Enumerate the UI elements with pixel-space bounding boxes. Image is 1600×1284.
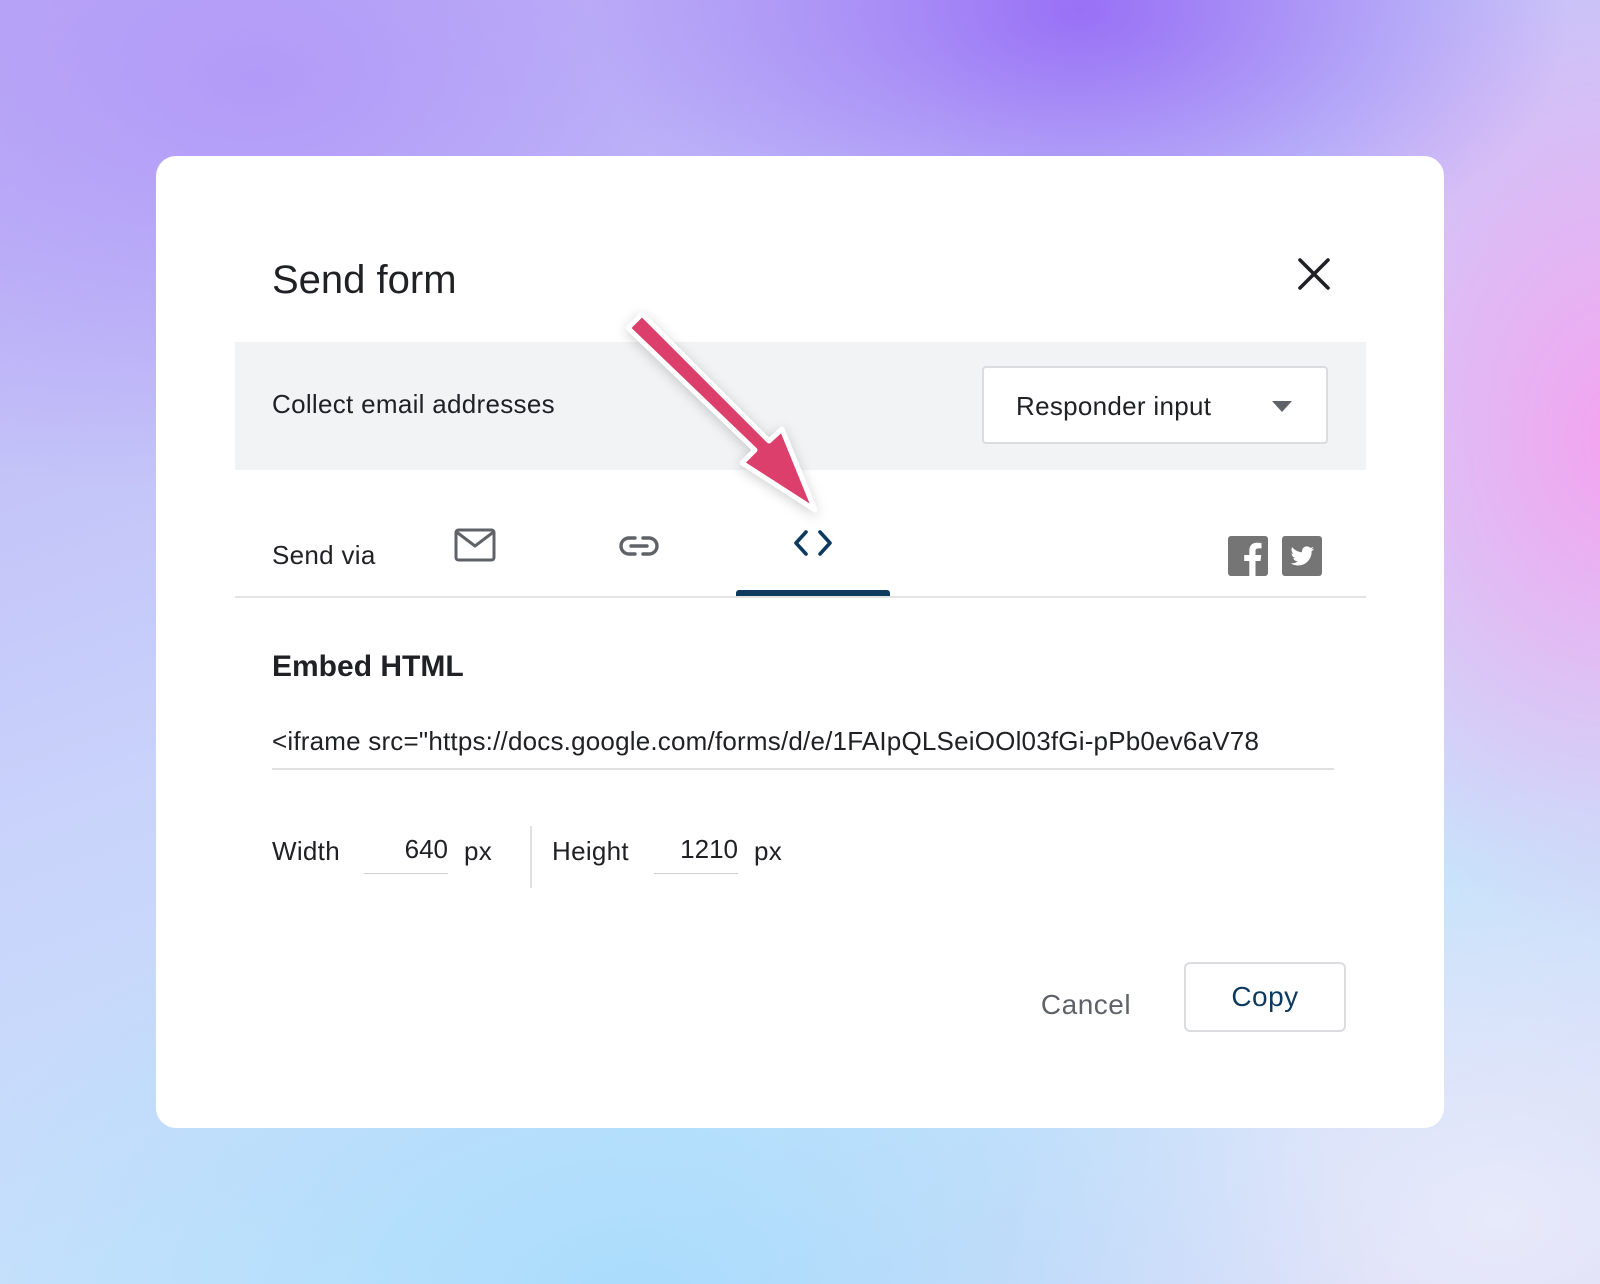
embed-code-field[interactable]: <iframe src="https://docs.google.com/for… [272,726,1334,770]
tabs-divider [235,596,1366,598]
link-icon [619,536,659,556]
close-button[interactable] [1294,254,1334,294]
dropdown-selected-value: Responder input [1016,391,1212,421]
tab-embed[interactable] [736,516,890,596]
height-label: Height [552,836,629,866]
dropdown-arrow-icon [1272,401,1292,412]
height-unit: px [754,836,783,866]
width-unit: px [464,836,493,866]
close-icon [1298,258,1330,290]
cancel-button[interactable]: Cancel [1026,970,1146,1040]
share-twitter-button[interactable] [1282,536,1322,576]
send-via-label: Send via [272,540,376,570]
width-input[interactable]: 640 [364,834,448,874]
email-icon [454,528,496,562]
collect-email-dropdown[interactable]: Responder input [982,366,1328,444]
collect-email-panel: Collect email addresses Responder input [235,342,1366,470]
collect-email-label: Collect email addresses [272,389,555,419]
send-form-dialog: Send form Collect email addresses Respon… [156,156,1444,1128]
tab-email[interactable] [432,516,520,596]
dialog-title: Send form [272,258,457,302]
copy-button[interactable]: Copy [1184,962,1346,1032]
tab-link[interactable] [596,516,684,596]
twitter-icon [1282,536,1322,576]
facebook-icon [1228,536,1268,576]
width-label: Width [272,836,340,866]
height-input[interactable]: 1210 [654,834,738,874]
dimension-divider [530,826,532,888]
share-facebook-button[interactable] [1228,536,1268,576]
embed-html-title: Embed HTML [272,650,464,683]
embed-code-icon [794,530,832,556]
